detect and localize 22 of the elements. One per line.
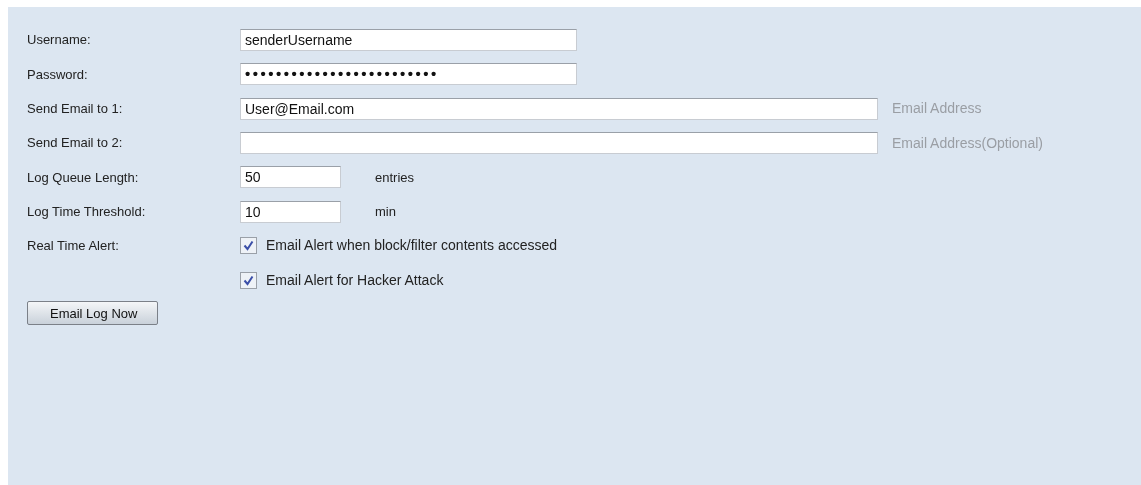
field-hint: Email Address: [892, 99, 982, 119]
password-field[interactable]: •••••••••••••••••••••••••: [240, 63, 577, 86]
field-label: Username:: [27, 31, 92, 50]
input-field[interactable]: 50: [240, 166, 341, 189]
checkbox-label: Email Alert for Hacker Attack: [266, 270, 444, 290]
field-label: Log Time Threshold:: [27, 202, 147, 221]
input-field[interactable]: senderUsername: [240, 29, 577, 52]
field-hint: Email Address(Optional): [892, 133, 1043, 153]
input-field[interactable]: 10: [240, 200, 341, 223]
field-label: Send Email to 1:: [27, 100, 124, 118]
email-log-now-button[interactable]: Email Log Now: [27, 301, 159, 326]
unit-label: min: [375, 202, 396, 221]
input-field[interactable]: User@Email.com: [240, 97, 878, 120]
checkbox[interactable]: [240, 237, 257, 255]
field-label: Password:: [27, 65, 89, 84]
field-label: Real Time Alert:: [27, 237, 120, 256]
checkbox-label: Email Alert when block/filter contents accessed: [266, 236, 558, 256]
field-label: Send Email to 2:: [27, 134, 124, 153]
field-label: Log Queue Length:: [27, 168, 140, 187]
unit-label: entries: [375, 168, 415, 187]
input-field[interactable]: [240, 132, 878, 155]
checkbox[interactable]: [240, 271, 257, 289]
